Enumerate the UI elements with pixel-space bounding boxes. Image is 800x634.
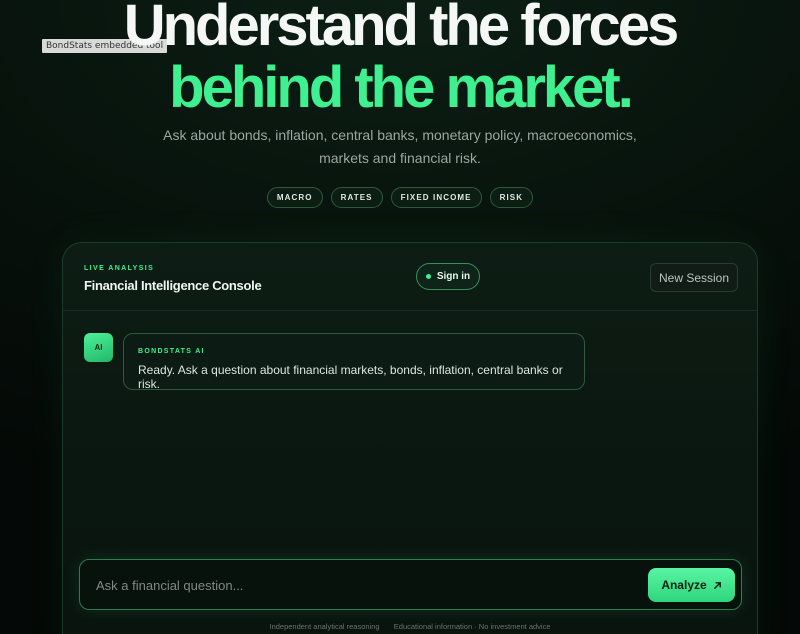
sign-in-button[interactable]: Sign in — [416, 263, 480, 290]
ai-message-bubble: BONDSTATS AI Ready. Ask a question about… — [123, 333, 585, 391]
console-title: Financial Intelligence Console — [84, 278, 262, 293]
footer-note-right: Educational information · No investment … — [393, 622, 551, 631]
hero-title-line1: Understand the forces — [123, 0, 680, 58]
financial-console: LIVE ANALYSIS Financial Intelligence Con… — [62, 242, 758, 634]
console-header: LIVE ANALYSIS Financial Intelligence Con… — [63, 243, 757, 311]
analyze-label: Analyze — [661, 578, 707, 592]
chip-risk[interactable]: RISK — [489, 187, 534, 208]
question-composer: Analyze — [79, 559, 742, 610]
status-dot-icon — [425, 274, 431, 279]
analyze-button[interactable]: Analyze — [648, 568, 735, 602]
live-analysis-eyebrow: LIVE ANALYSIS — [84, 265, 155, 272]
footer-note-left: Independent analytical reasoning — [269, 622, 380, 631]
chip-fixed-income[interactable]: FIXED INCOME — [390, 187, 482, 208]
hero-subtitle: Ask about bonds, inflation, central bank… — [163, 127, 637, 166]
topic-chips: MACRO RATES FIXED INCOME RISK — [0, 187, 800, 208]
hero-title-line2: behind the market. — [169, 55, 634, 120]
console-footer-note: Independent analytical reasoning Educati… — [63, 622, 757, 631]
chip-rates[interactable]: RATES — [330, 187, 383, 208]
ai-avatar: AI — [84, 333, 113, 362]
message-sender: BONDSTATS AI — [138, 348, 205, 355]
question-input[interactable] — [96, 574, 616, 596]
chip-macro[interactable]: MACRO — [266, 187, 323, 208]
arrow-up-right-icon — [713, 581, 721, 589]
sign-in-label: Sign in — [436, 271, 471, 282]
message-text: Ready. Ask a question about financial ma… — [138, 363, 563, 391]
new-session-button[interactable]: New Session — [650, 263, 738, 292]
